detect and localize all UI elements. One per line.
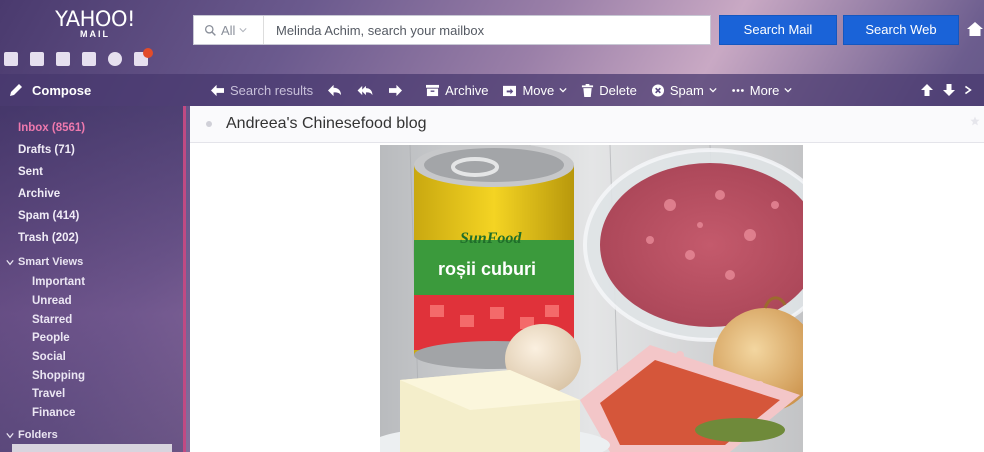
pencil-icon <box>10 84 22 96</box>
sidebar-item-travel[interactable]: Travel <box>32 388 65 400</box>
message-actions: Search results Archive Move Delete Spam <box>210 74 793 106</box>
chevron-down-icon <box>559 87 567 93</box>
sidebar-item-trash[interactable]: Trash (202) <box>18 232 79 244</box>
reply-all-icon <box>357 85 373 95</box>
close-message-icon[interactable] <box>964 83 974 97</box>
sidebar: Inbox (8561) Drafts (71) Sent Archive Sp… <box>0 106 186 452</box>
can-brand-text: SunFood <box>460 230 522 247</box>
chevron-down-icon <box>709 87 717 93</box>
sidebar-item-starred[interactable]: Starred <box>32 314 72 326</box>
sidebar-item-sent[interactable]: Sent <box>18 166 43 178</box>
toolbar: Compose Search results Archive Move Dele… <box>0 74 984 106</box>
logo-yahoo-text: YAHOO! <box>55 7 135 31</box>
move-button[interactable]: Move <box>502 83 567 98</box>
sidebar-item-important[interactable]: Important <box>32 276 85 288</box>
chevron-down-icon <box>239 28 248 33</box>
sidebar-item-people[interactable]: People <box>32 332 70 344</box>
message-subject: Andreea's Chinesefood blog <box>226 115 427 132</box>
notepad-app-icon[interactable] <box>82 52 96 66</box>
search-results-label: Search results <box>230 82 314 98</box>
more-dots-icon <box>732 88 744 92</box>
folders-label: Folders <box>18 429 58 441</box>
forward-button[interactable] <box>388 84 403 97</box>
chevron-down-icon <box>784 87 793 93</box>
unread-dot-icon <box>206 121 212 127</box>
sidebar-item-shopping[interactable]: Shopping <box>32 370 85 382</box>
mail-app-icon[interactable] <box>4 52 18 66</box>
message-pane: Andreea's Chinesefood blog SunFood roșii… <box>190 106 984 452</box>
move-label: Move <box>522 82 555 98</box>
message-photo: SunFood roșii cuburi <box>380 145 803 452</box>
sidebar-item-inbox[interactable]: Inbox (8561) <box>18 122 85 134</box>
logo-mail-text: MAIL <box>80 29 110 39</box>
sidebar-item-social[interactable]: Social <box>32 351 66 363</box>
forward-icon <box>389 84 403 96</box>
header: YAHOO! MAIL All Search Mail Search Web <box>0 0 984 74</box>
chevron-down-icon <box>6 260 14 266</box>
reply-button[interactable] <box>327 84 342 97</box>
news-app-icon[interactable] <box>134 48 153 66</box>
contacts-app-icon[interactable] <box>30 52 44 66</box>
search-box: All <box>193 15 711 45</box>
sidebar-item-archive[interactable]: Archive <box>18 188 60 200</box>
folders-toggle[interactable]: Folders <box>6 429 58 441</box>
message-navigation <box>920 74 974 106</box>
search-mail-button[interactable]: Search Mail <box>719 15 837 45</box>
spam-button[interactable]: Spam <box>651 83 717 98</box>
sidebar-item-finance[interactable]: Finance <box>32 407 75 419</box>
compose-label: Compose <box>32 82 92 98</box>
can-product-text: roșii cuburi <box>438 259 536 279</box>
smart-views-toggle[interactable]: Smart Views <box>6 256 83 268</box>
search-input[interactable] <box>264 16 710 44</box>
notification-badge <box>143 48 153 58</box>
new-folder-input[interactable] <box>12 444 172 452</box>
more-button[interactable]: More <box>731 83 793 98</box>
app-icon-bar <box>4 48 153 66</box>
arrow-left-icon <box>211 84 224 96</box>
search-scope-label: All <box>221 22 236 38</box>
spam-shield-icon <box>651 83 664 97</box>
chevron-down-icon <box>6 433 14 439</box>
search-scope-dropdown[interactable]: All <box>194 16 264 44</box>
delete-button[interactable]: Delete <box>581 83 637 98</box>
delete-label: Delete <box>599 82 637 98</box>
yahoo-mail-logo[interactable]: YAHOO! MAIL <box>0 8 190 39</box>
archive-icon <box>426 84 440 96</box>
sidebar-edge <box>183 106 186 452</box>
sidebar-item-spam[interactable]: Spam (414) <box>18 210 79 222</box>
spam-label: Spam <box>669 82 704 98</box>
archive-label: Archive <box>445 82 489 98</box>
next-message-arrow-icon[interactable] <box>942 83 956 97</box>
star-icon[interactable] <box>970 116 980 126</box>
smart-views-label: Smart Views <box>18 256 84 268</box>
messenger-app-icon[interactable] <box>108 52 122 66</box>
compose-button[interactable]: Compose <box>8 74 91 106</box>
folder-move-icon <box>503 85 517 96</box>
more-label: More <box>749 82 780 98</box>
sidebar-item-unread[interactable]: Unread <box>32 295 72 307</box>
search-icon <box>204 24 216 36</box>
archive-button[interactable]: Archive <box>425 83 488 98</box>
back-to-search-results-button[interactable]: Search results <box>210 83 313 98</box>
sidebar-item-drafts[interactable]: Drafts (71) <box>18 144 75 156</box>
previous-message-arrow-icon[interactable] <box>920 83 934 97</box>
food-ingredients-image: SunFood roșii cuburi <box>380 145 803 452</box>
search-web-button[interactable]: Search Web <box>843 15 959 45</box>
home-icon[interactable] <box>966 20 984 38</box>
calendar-app-icon[interactable] <box>56 52 70 66</box>
trash-icon <box>582 83 594 97</box>
message-header: Andreea's Chinesefood blog <box>190 106 984 143</box>
reply-icon <box>328 84 342 96</box>
reply-all-button[interactable] <box>356 84 374 97</box>
